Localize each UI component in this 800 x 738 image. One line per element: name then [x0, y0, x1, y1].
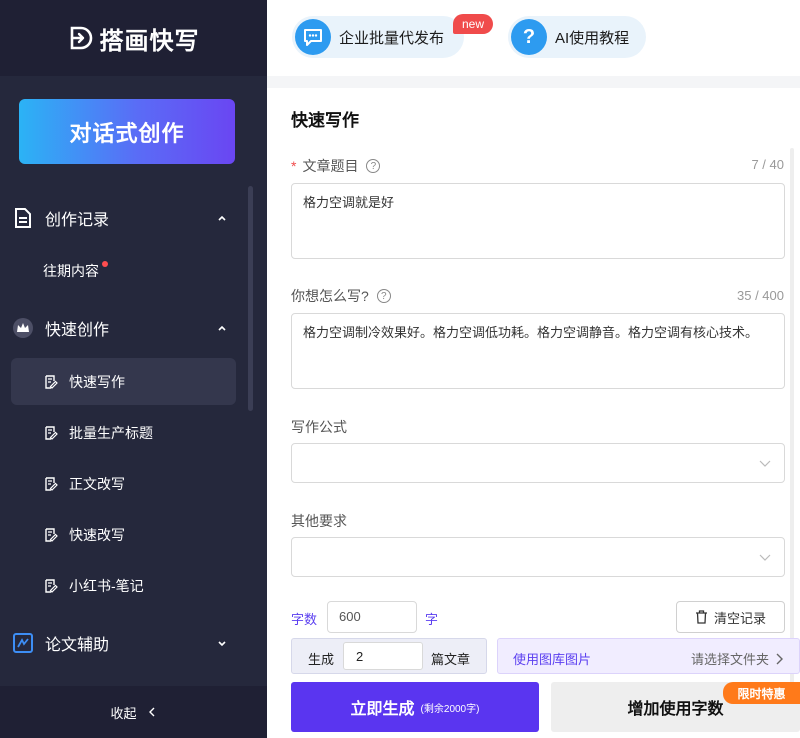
article-title-counter: 7 / 40 [751, 157, 784, 172]
brand-logo-icon [70, 26, 92, 50]
folder-picker[interactable]: 请选择文件夹 [691, 649, 783, 668]
word-count-label: 字数 [291, 612, 318, 627]
chevron-down-icon [218, 641, 226, 647]
other-requirements-label: 其他要求 [291, 513, 347, 529]
sidebar-scrollbar[interactable] [248, 186, 253, 411]
article-title-text: 文章题目 [302, 158, 359, 174]
promo-badge: 限时特惠 [723, 682, 800, 704]
sidebar-group-quick-create[interactable]: 快速创作 [0, 310, 245, 346]
sidebar-item-label: 正文改写 [69, 475, 125, 492]
remaining-words: (剩余2000字) [420, 703, 480, 715]
sidebar-item-batch-titles[interactable]: 批量生产标题 [11, 409, 236, 456]
formula-label: 写作公式 [291, 419, 347, 435]
image-library-label: 使用图库图片 [513, 652, 592, 667]
chevron-up-icon [218, 215, 226, 221]
generate-label: 生成 [308, 652, 335, 667]
sidebar-item-label: 往期内容 [43, 262, 99, 279]
other-requirements-select[interactable] [291, 537, 785, 577]
article-title-label: * 文章题目 ? [291, 156, 381, 176]
generate-now-button[interactable]: 立即生成 (剩余2000字) [291, 682, 539, 732]
sidebar-item-body-rewrite[interactable]: 正文改写 [11, 460, 236, 507]
paper-icon [12, 632, 34, 654]
chevron-left-icon [148, 707, 154, 717]
sidebar-item-quick-rewrite[interactable]: 快速改写 [11, 511, 236, 558]
chevron-up-icon [218, 325, 226, 331]
page-title: 快速写作 [291, 111, 359, 130]
question-icon: ? [511, 19, 547, 55]
articles-unit-label: 篇文章 [431, 652, 471, 667]
ai-tutorial-button[interactable]: ? AI使用教程 [508, 16, 646, 58]
sidebar-item-quick-write[interactable]: 快速写作 [11, 358, 236, 405]
sidebar-group-history[interactable]: 创作记录 [0, 200, 245, 236]
how-to-write-input[interactable]: 格力空调制冷效果好。格力空调低功耗。格力空调静音。格力空调有核心技术。 [291, 313, 785, 389]
sidebar-group-label: 创作记录 [45, 212, 110, 229]
article-count-input[interactable]: 2 [343, 642, 423, 670]
folder-placeholder: 请选择文件夹 [690, 652, 769, 667]
sidebar-group-label: 快速创作 [45, 322, 110, 339]
generate-now-label: 立即生成 [350, 701, 415, 718]
collapse-label: 收起 [110, 705, 137, 721]
sidebar-nav: 对话式创作 创作记录 往期内容 快速创作 快速写作 批量生产标题 正文改写 快速… [0, 76, 267, 686]
sidebar-item-past-content[interactable]: 往期内容 [11, 247, 236, 294]
edit-doc-icon [45, 578, 58, 593]
edit-doc-icon [45, 374, 58, 389]
document-icon [12, 207, 34, 229]
trash-icon [695, 610, 707, 624]
formula-select[interactable] [291, 443, 785, 483]
form-scrollbar[interactable] [790, 148, 794, 708]
collapse-sidebar-button[interactable]: 收起 [0, 686, 267, 738]
help-icon[interactable]: ? [376, 289, 391, 303]
brand-header: 搭画快写 [0, 0, 267, 76]
enterprise-publish-button[interactable]: 企业批量代发布 [292, 16, 464, 58]
how-to-write-label: 你想怎么写? ? [291, 286, 391, 306]
top-bar: 企业批量代发布 new ? AI使用教程 [267, 0, 800, 76]
sidebar-item-label: 快速改写 [69, 526, 125, 543]
generate-count-group: 生成 2 篇文章 [291, 638, 487, 674]
sidebar-item-label: 批量生产标题 [69, 424, 153, 441]
image-library-selector[interactable]: 使用图库图片 请选择文件夹 [497, 638, 800, 674]
ai-tutorial-label: AI使用教程 [555, 29, 630, 47]
chat-bubble-icon [295, 19, 331, 55]
sidebar-group-label: 论文辅助 [45, 637, 110, 654]
sidebar-item-label: 快速写作 [69, 373, 125, 390]
word-count-unit: 字 [425, 612, 439, 627]
sidebar-item-xiaohongshu[interactable]: 小红书-笔记 [11, 562, 236, 609]
brand-name: 搭画快写 [99, 27, 200, 55]
dialog-create-button[interactable]: 对话式创作 [19, 99, 235, 164]
quick-write-form: 快速写作 * 文章题目 ? 7 / 40 格力空调就是好 你想怎么写? ? 35… [267, 88, 800, 738]
edit-doc-icon [45, 425, 58, 440]
sidebar-item-label: 小红书-笔记 [69, 577, 144, 594]
how-to-write-text: 你想怎么写? [291, 288, 369, 304]
chevron-right-icon [776, 653, 783, 664]
crown-icon [12, 317, 34, 339]
new-badge: new [453, 14, 493, 34]
how-to-write-counter: 35 / 400 [737, 288, 784, 303]
chevron-down-icon [759, 554, 771, 561]
word-count-input[interactable]: 600 [327, 601, 417, 633]
clear-records-button[interactable]: 清空记录 [676, 601, 785, 633]
sidebar-group-paper[interactable]: 论文辅助 [0, 625, 245, 661]
required-mark: * [291, 158, 297, 174]
sidebar: 搭画快写 对话式创作 创作记录 往期内容 快速创作 快速写作 批量生产标题 正文… [0, 0, 267, 738]
edit-doc-icon [45, 476, 58, 491]
article-title-input[interactable]: 格力空调就是好 [291, 183, 785, 259]
chevron-down-icon [759, 460, 771, 467]
notification-dot [102, 261, 108, 267]
help-icon[interactable]: ? [366, 159, 381, 173]
clear-records-label: 清空记录 [713, 610, 766, 626]
enterprise-publish-label: 企业批量代发布 [339, 29, 445, 47]
edit-doc-icon [45, 527, 58, 542]
